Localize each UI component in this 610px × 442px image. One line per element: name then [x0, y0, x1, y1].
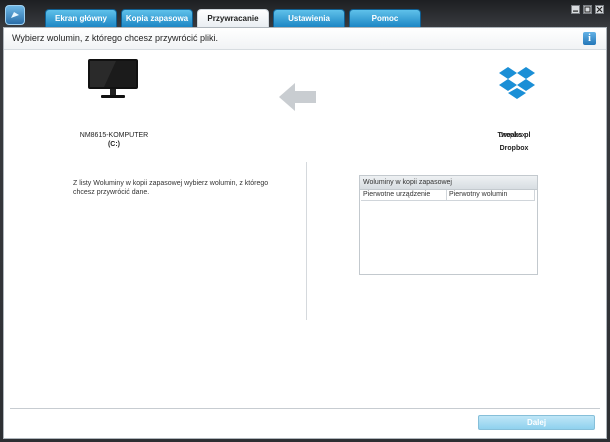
tab-przywracanie[interactable]: Przywracanie	[197, 9, 269, 27]
dropbox-icon	[498, 65, 536, 108]
source-drive-label: (C:)	[107, 141, 121, 148]
volumes-table-header: Pierwotne urządzenie Pierwotny wolumin	[361, 190, 535, 201]
monitor-icon	[86, 59, 142, 128]
instruction-bar: Wybierz wolumin, z którego chcesz przywr…	[4, 28, 606, 50]
info-icon[interactable]: i	[583, 32, 596, 45]
column-original-volume[interactable]: Pierwotny wolumin	[447, 190, 535, 200]
close-button[interactable]	[595, 5, 604, 14]
minimize-button[interactable]	[571, 5, 580, 14]
volumes-panel: Woluminy w kopii zapasowej Pierwotne urz…	[359, 175, 538, 275]
volumes-panel-title: Woluminy w kopii zapasowej	[360, 176, 537, 190]
bottom-divider	[10, 408, 600, 409]
tab-kopia-zapasowa[interactable]: Kopia zapasowa	[121, 9, 193, 27]
tab-ekran-glowny[interactable]: Ekran główny	[45, 9, 117, 27]
destination-title-line2: Dropbox	[499, 145, 529, 152]
main-tabs: Ekran główny Kopia zapasowa Przywracanie…	[45, 9, 421, 27]
vertical-divider	[306, 162, 307, 320]
tab-ustawienia[interactable]: Ustawienia	[273, 9, 345, 27]
app-window: Ekran główny Kopia zapasowa Przywracanie…	[0, 0, 610, 442]
instruction-text: Wybierz wolumin, z którego chcesz przywr…	[12, 33, 218, 43]
main-panel: Wybierz wolumin, z którego chcesz przywr…	[3, 27, 607, 439]
app-logo-icon	[5, 5, 25, 25]
window-controls	[571, 5, 604, 14]
tab-pomoc[interactable]: Pomoc	[349, 9, 421, 27]
help-text: Z listy Woluminy w kopii zapasowej wybie…	[73, 180, 269, 196]
destination-title-line1: Tweaks pl	[497, 132, 531, 139]
arrow-left-icon	[279, 83, 317, 116]
source-computer-name: NM8615-KOMPUTER	[79, 132, 149, 139]
column-original-device[interactable]: Pierwotne urządzenie	[361, 190, 447, 200]
maximize-button[interactable]	[583, 5, 592, 14]
next-button[interactable]: Dalej	[478, 415, 595, 430]
